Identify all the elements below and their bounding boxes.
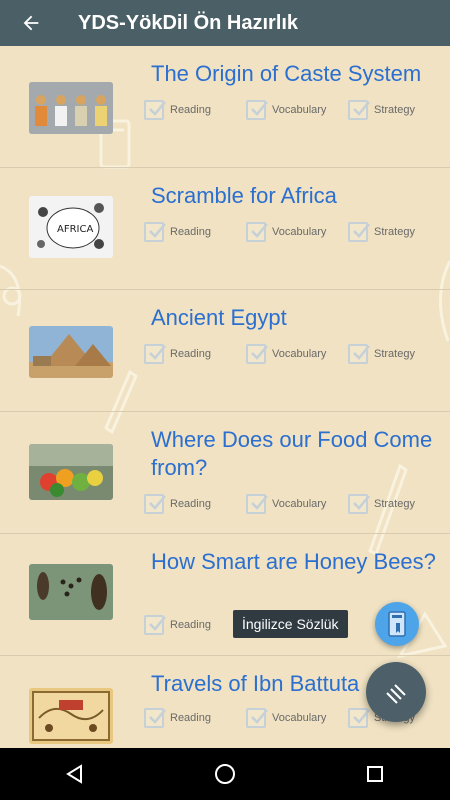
lesson-checkboxes: Reading Vocabulary Strategy [144,99,444,121]
strategy-checkbox[interactable]: Strategy [348,221,415,243]
home-circle-icon [215,764,235,784]
check-icon [251,345,268,360]
check-icon [353,495,370,510]
lesson-thumbnail-egypt [29,326,113,378]
lesson-list[interactable]: The Origin of Caste System Reading Vocab… [0,46,450,748]
strategy-checkbox[interactable]: Strategy [348,343,415,365]
strategy-checkbox[interactable]: Strategy [348,99,415,121]
check-icon [149,709,166,724]
check-icon [353,223,370,238]
dictionary-book-icon [388,611,406,637]
check-icon [353,709,370,724]
reading-checkbox[interactable]: Reading [144,99,211,121]
lesson-title[interactable]: The Origin of Caste System [151,60,446,88]
svg-text:AFRICA: AFRICA [57,224,93,235]
lesson-row[interactable]: Ancient Egypt Reading Vocabulary Strateg… [0,290,450,412]
vocabulary-checkbox[interactable]: Vocabulary [246,707,326,729]
lesson-thumbnail-caste [29,82,113,134]
check-icon [251,709,268,724]
reading-checkbox[interactable]: Reading [144,707,211,729]
menu-lines-icon [386,684,406,704]
lesson-checkboxes: Reading Vocabulary Strategy [144,221,444,243]
back-button[interactable] [0,0,62,46]
vocabulary-checkbox[interactable]: Vocabulary [246,493,326,515]
vocabulary-checkbox[interactable]: Vocabulary [246,221,326,243]
check-icon [251,223,268,238]
vocabulary-checkbox[interactable]: Vocabulary [246,343,326,365]
check-icon [149,616,166,631]
lesson-checkboxes: Reading Vocabulary Strategy [144,493,444,515]
lesson-row[interactable]: AFRICA Scramble for Africa Reading Vocab… [0,168,450,290]
dictionary-fab-button[interactable] [375,602,419,646]
page-title: YDS-YökDil Ön Hazırlık [78,11,299,34]
menu-fab-button[interactable] [366,662,426,722]
reading-checkbox[interactable]: Reading [144,343,211,365]
dictionary-tooltip: İngilizce Sözlük [233,610,348,638]
lesson-title[interactable]: Ancient Egypt [151,304,446,332]
check-icon [251,101,268,116]
nav-back-button[interactable] [35,748,115,800]
lesson-thumbnail-food [29,444,113,500]
check-icon [353,345,370,360]
arrow-left-icon [23,15,39,31]
reading-checkbox[interactable]: Reading [144,221,211,243]
lesson-thumbnail-map [29,688,113,744]
lesson-checkboxes: Reading Vocabulary Strategy [144,343,444,365]
back-triangle-icon [66,764,82,784]
reading-checkbox[interactable]: Reading [144,493,211,515]
app-bar: YDS-YökDil Ön Hazırlık [0,0,450,46]
lesson-thumbnail-bees [29,564,113,620]
recents-square-icon [367,766,383,782]
vocabulary-checkbox[interactable]: Vocabulary [246,99,326,121]
nav-home-button[interactable] [185,748,265,800]
lesson-title[interactable]: How Smart are Honey Bees? [151,548,446,576]
reading-checkbox[interactable]: Reading [144,614,211,636]
check-icon [251,495,268,510]
lesson-title[interactable]: Scramble for Africa [151,182,446,210]
check-icon [149,101,166,116]
check-icon [149,495,166,510]
nav-recents-button[interactable] [335,748,415,800]
check-icon [149,345,166,360]
lesson-thumbnail-africa: AFRICA [29,196,113,258]
check-icon [149,223,166,238]
check-icon [353,101,370,116]
strategy-checkbox[interactable]: Strategy [348,493,415,515]
system-nav-bar [0,748,450,800]
lesson-row[interactable]: Where Does our Food Come from? Reading V… [0,412,450,534]
lesson-title[interactable]: Where Does our Food Come from? [151,426,446,482]
lesson-row[interactable]: The Origin of Caste System Reading Vocab… [0,46,450,168]
